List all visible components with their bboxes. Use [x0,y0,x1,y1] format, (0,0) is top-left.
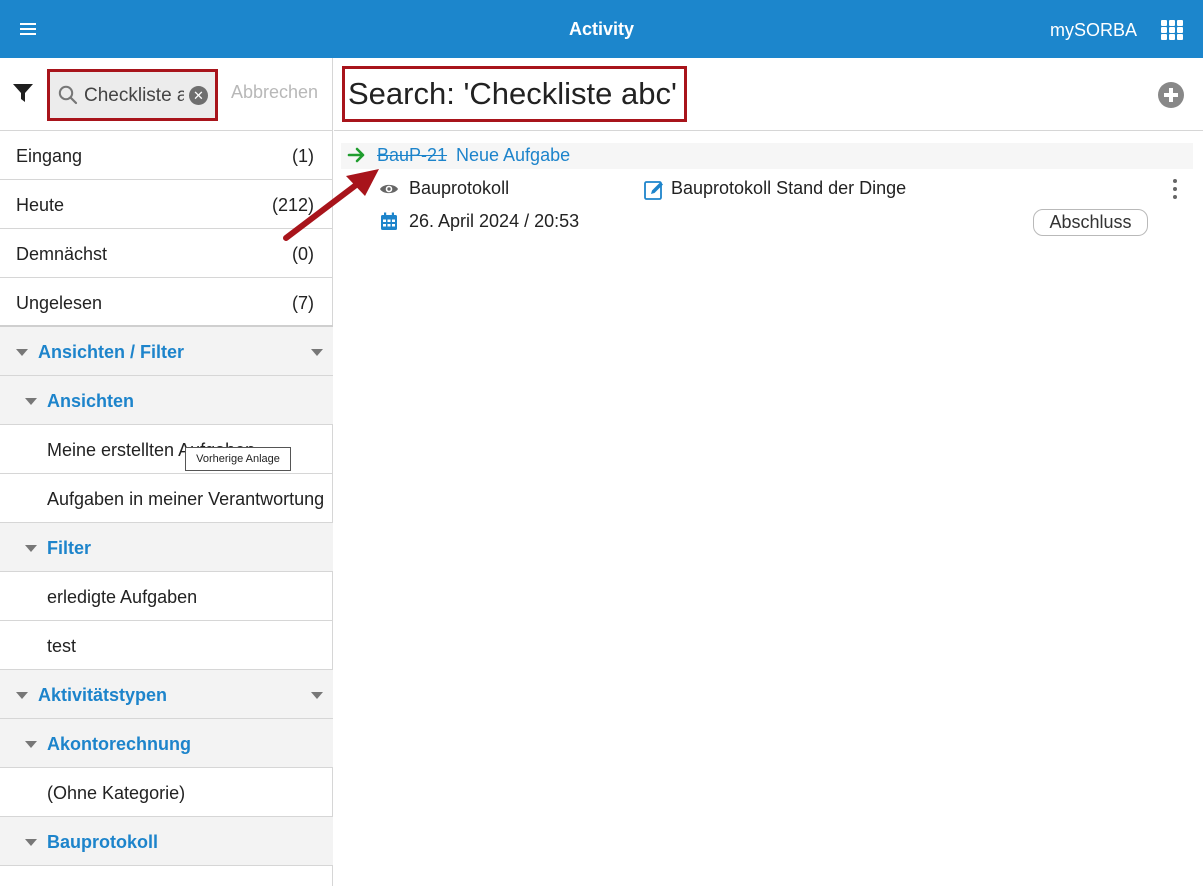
apps-grid-icon[interactable] [1161,20,1183,40]
chevron-down-icon [16,349,28,356]
search-icon [58,85,78,105]
sidebar-item-label: Demnächst [16,244,108,264]
activity-date: 26. April 2024 / 20:53 [409,211,580,231]
main-content: Search: 'Checkliste abc' BauP-21 Neue Au… [334,58,1203,886]
activity-header[interactable]: BauP-21 Neue Aufgabe [341,143,1193,169]
app-name[interactable]: mySORBA [1050,20,1137,41]
view-item[interactable]: Aufgaben in meiner Verantwortung [0,474,333,523]
filter-item-label: erledigte Aufgaben [47,587,198,607]
chevron-down-icon [25,545,37,552]
activity-name[interactable]: Neue Aufgabe [456,145,570,166]
chevron-down-icon [25,741,37,748]
category-item-label: (Ohne Kategorie) [47,783,186,803]
cancel-button[interactable]: Abbrechen [231,82,318,103]
group-label: Ansichten [47,391,135,411]
group-label: Akontorechnung [47,734,191,754]
sidebar-item-count: (7) [292,293,314,313]
sidebar-item-label: Heute [16,195,65,215]
add-button[interactable] [1158,82,1184,108]
clear-icon[interactable]: ✕ [189,86,208,105]
chevron-down-icon [25,839,37,846]
activity-type: Bauprotokoll [409,178,510,198]
section-label: Ansichten / Filter [38,342,185,362]
group-bauprotokoll[interactable]: Bauprotokoll [0,817,333,866]
chevron-down-icon[interactable] [311,692,323,699]
main-header: Search: 'Checkliste abc' [334,58,1203,131]
activity-description: Bauprotokoll Stand der Dinge [671,178,907,198]
filter-item-label: test [47,636,77,656]
activity-item: BauP-21 Neue Aufgabe Bauprotokoll Baupro… [334,131,1203,251]
search-value[interactable]: Checkliste abc [84,85,184,107]
sidebar-item-count: (0) [292,244,314,264]
filter-item[interactable]: test [0,621,333,670]
view-item-label: Aufgaben in meiner Verantwortung [47,489,325,509]
search-bar: Checkliste abc ✕ Abbrechen [0,58,333,131]
chevron-down-icon[interactable] [311,349,323,356]
group-views[interactable]: Ansichten [0,376,333,425]
chevron-down-icon [16,692,28,699]
top-bar: Activity mySORBA [0,0,1203,58]
group-label: Filter [47,538,92,558]
more-options-icon[interactable] [1170,179,1180,201]
complete-button[interactable]: Abschluss [1033,209,1148,236]
edit-icon [644,181,663,200]
section-views-filters[interactable]: Ansichten / Filter [0,327,333,376]
search-result-title: Search: 'Checkliste abc' [342,66,687,122]
sidebar-item-unread[interactable]: Ungelesen (7) [0,278,333,327]
chevron-down-icon [25,398,37,405]
tooltip: Vorherige Anlage [185,447,291,471]
sidebar-item-label: Eingang [16,146,83,166]
annotation-arrow [283,169,379,241]
group-akonto[interactable]: Akontorechnung [0,719,333,768]
category-item[interactable]: (Ohne Kategorie) [0,768,333,817]
search-input[interactable]: Checkliste abc ✕ [47,69,218,121]
group-label: Bauprotokoll [47,832,158,852]
page-title: Activity [568,19,635,39]
sidebar-item-label: Ungelesen [16,293,103,313]
group-filter[interactable]: Filter [0,523,333,572]
section-label: Aktivitätstypen [38,685,168,705]
filter-icon[interactable] [12,82,34,104]
filter-item[interactable]: erledigte Aufgaben [0,572,333,621]
section-activity-types[interactable]: Aktivitätstypen [0,670,333,719]
